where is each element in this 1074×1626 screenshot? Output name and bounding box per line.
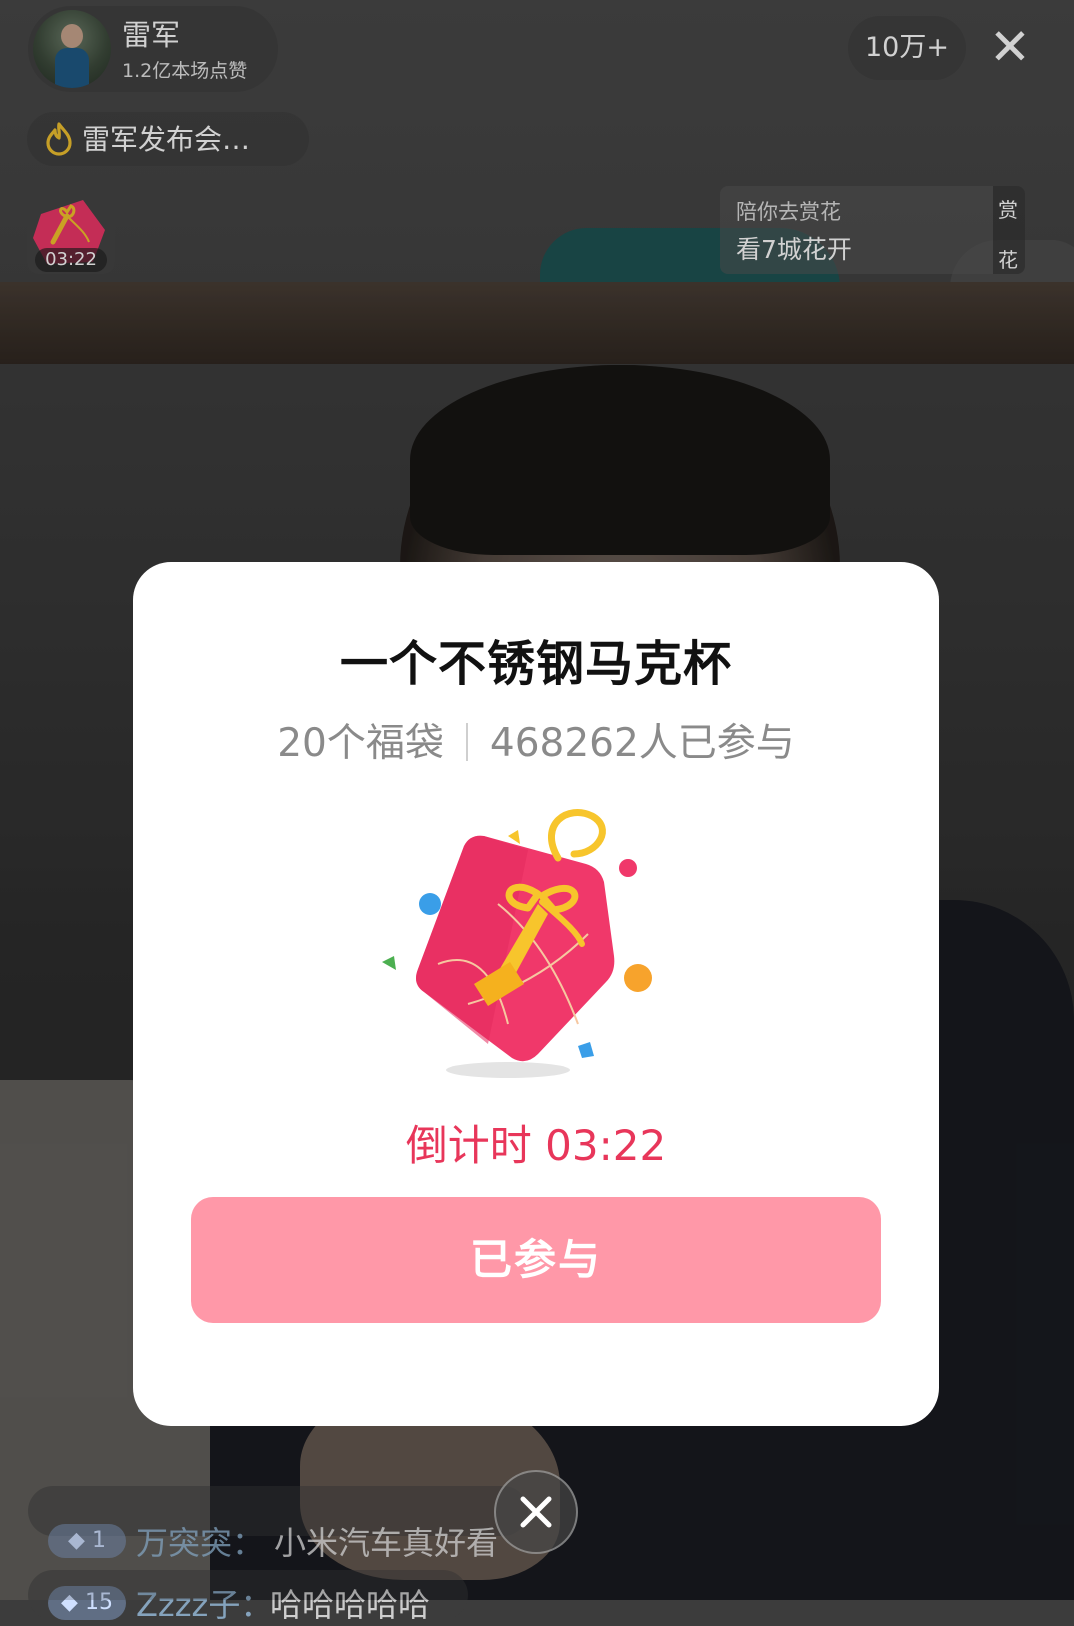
bag-count: 20个福袋 [277, 721, 444, 766]
prize-title: 一个不锈钢马克杯 [339, 636, 732, 692]
lucky-bag-icon [382, 809, 652, 1078]
countdown-timer: 倒计时 03:22 [405, 1121, 667, 1170]
modal-close-button[interactable] [494, 1470, 578, 1554]
participant-count: 468262人已参与 [489, 721, 795, 766]
joined-button[interactable]: 已参与 [191, 1197, 881, 1323]
divider [465, 723, 468, 761]
lucky-bag-modal: 一个不锈钢马克杯 20个福袋 468262人已参与 倒计时 03:22 已参与 [133, 562, 939, 1426]
close-icon [520, 1496, 552, 1528]
lucky-bag-stats: 20个福袋 468262人已参与 [133, 712, 939, 768]
